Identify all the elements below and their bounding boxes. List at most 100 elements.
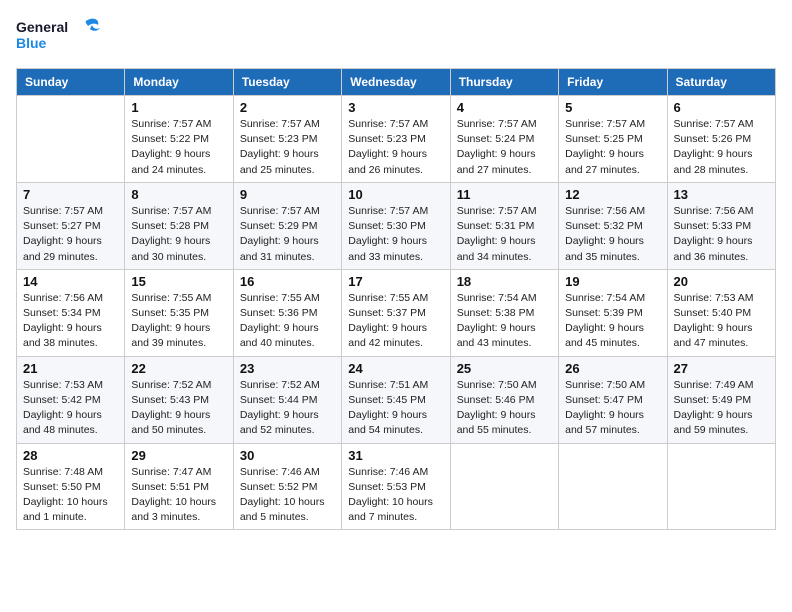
cell-info: Sunrise: 7:57 AMSunset: 5:31 PMDaylight:… bbox=[457, 204, 552, 265]
day-number: 7 bbox=[23, 187, 118, 202]
header-row: SundayMondayTuesdayWednesdayThursdayFrid… bbox=[17, 69, 776, 96]
day-number: 26 bbox=[565, 361, 660, 376]
header-monday: Monday bbox=[125, 69, 233, 96]
cell-w5-d3: 30Sunrise: 7:46 AMSunset: 5:52 PMDayligh… bbox=[233, 443, 341, 530]
day-number: 24 bbox=[348, 361, 443, 376]
cell-info: Sunrise: 7:57 AMSunset: 5:23 PMDaylight:… bbox=[240, 117, 335, 178]
cell-info: Sunrise: 7:56 AMSunset: 5:32 PMDaylight:… bbox=[565, 204, 660, 265]
day-number: 2 bbox=[240, 100, 335, 115]
day-number: 13 bbox=[674, 187, 769, 202]
cell-info: Sunrise: 7:54 AMSunset: 5:38 PMDaylight:… bbox=[457, 291, 552, 352]
day-number: 10 bbox=[348, 187, 443, 202]
header-tuesday: Tuesday bbox=[233, 69, 341, 96]
cell-info: Sunrise: 7:49 AMSunset: 5:49 PMDaylight:… bbox=[674, 378, 769, 439]
cell-w3-d1: 14 Sunrise: 7:56 AMSunset: 5:34 PMDayligh… bbox=[17, 269, 125, 356]
cell-info: Sunrise: 7:56 AMSunset: 5:33 PMDaylight:… bbox=[674, 204, 769, 265]
day-number: 5 bbox=[565, 100, 660, 115]
cell-w5-d2: 29Sunrise: 7:47 AMSunset: 5:51 PMDayligh… bbox=[125, 443, 233, 530]
day-number: 6 bbox=[674, 100, 769, 115]
day-number: 14 bbox=[23, 274, 118, 289]
logo-icon: General Blue bbox=[16, 16, 106, 58]
cell-w4-d7: 27 Sunrise: 7:49 AMSunset: 5:49 PMDayligh… bbox=[667, 356, 775, 443]
day-number: 21 bbox=[23, 361, 118, 376]
cell-w3-d7: 20 Sunrise: 7:53 AMSunset: 5:40 PMDayligh… bbox=[667, 269, 775, 356]
cell-w2-d3: 9Sunrise: 7:57 AMSunset: 5:29 PMDaylight… bbox=[233, 182, 341, 269]
cell-w3-d6: 19 Sunrise: 7:54 AMSunset: 5:39 PMDayligh… bbox=[559, 269, 667, 356]
cell-info: Sunrise: 7:57 AMSunset: 5:25 PMDaylight:… bbox=[565, 117, 660, 178]
cell-w3-d2: 15 Sunrise: 7:55 AMSunset: 5:35 PMDayligh… bbox=[125, 269, 233, 356]
day-number: 20 bbox=[674, 274, 769, 289]
cell-w1-d6: 5 Sunrise: 7:57 AMSunset: 5:25 PMDaylight… bbox=[559, 96, 667, 183]
cell-w5-d1: 28Sunrise: 7:48 AMSunset: 5:50 PMDayligh… bbox=[17, 443, 125, 530]
cell-info: Sunrise: 7:54 AMSunset: 5:39 PMDaylight:… bbox=[565, 291, 660, 352]
cell-w1-d1 bbox=[17, 96, 125, 183]
cell-w2-d1: 7Sunrise: 7:57 AMSunset: 5:27 PMDaylight… bbox=[17, 182, 125, 269]
cell-w1-d7: 6 Sunrise: 7:57 AMSunset: 5:26 PMDaylight… bbox=[667, 96, 775, 183]
cell-info: Sunrise: 7:50 AMSunset: 5:47 PMDaylight:… bbox=[565, 378, 660, 439]
day-number: 31 bbox=[348, 448, 443, 463]
day-number: 15 bbox=[131, 274, 226, 289]
cell-w4-d1: 21 Sunrise: 7:53 AMSunset: 5:42 PMDayligh… bbox=[17, 356, 125, 443]
day-number: 11 bbox=[457, 187, 552, 202]
cell-info: Sunrise: 7:46 AMSunset: 5:53 PMDaylight:… bbox=[348, 465, 443, 526]
week-row-5: 28Sunrise: 7:48 AMSunset: 5:50 PMDayligh… bbox=[17, 443, 776, 530]
week-row-4: 21 Sunrise: 7:53 AMSunset: 5:42 PMDayligh… bbox=[17, 356, 776, 443]
cell-info: Sunrise: 7:53 AMSunset: 5:40 PMDaylight:… bbox=[674, 291, 769, 352]
week-row-3: 14 Sunrise: 7:56 AMSunset: 5:34 PMDayligh… bbox=[17, 269, 776, 356]
cell-info: Sunrise: 7:52 AMSunset: 5:44 PMDaylight:… bbox=[240, 378, 335, 439]
header-thursday: Thursday bbox=[450, 69, 558, 96]
day-number: 1 bbox=[131, 100, 226, 115]
week-row-1: 1Sunrise: 7:57 AMSunset: 5:22 PMDaylight… bbox=[17, 96, 776, 183]
day-number: 25 bbox=[457, 361, 552, 376]
cell-info: Sunrise: 7:55 AMSunset: 5:37 PMDaylight:… bbox=[348, 291, 443, 352]
day-number: 30 bbox=[240, 448, 335, 463]
cell-w5-d5 bbox=[450, 443, 558, 530]
cell-info: Sunrise: 7:57 AMSunset: 5:29 PMDaylight:… bbox=[240, 204, 335, 265]
week-row-2: 7Sunrise: 7:57 AMSunset: 5:27 PMDaylight… bbox=[17, 182, 776, 269]
header-wednesday: Wednesday bbox=[342, 69, 450, 96]
day-number: 18 bbox=[457, 274, 552, 289]
day-number: 22 bbox=[131, 361, 226, 376]
day-number: 3 bbox=[348, 100, 443, 115]
day-number: 17 bbox=[348, 274, 443, 289]
cell-w5-d6 bbox=[559, 443, 667, 530]
day-number: 12 bbox=[565, 187, 660, 202]
calendar-body: 1Sunrise: 7:57 AMSunset: 5:22 PMDaylight… bbox=[17, 96, 776, 530]
cell-w2-d2: 8 Sunrise: 7:57 AMSunset: 5:28 PMDaylight… bbox=[125, 182, 233, 269]
calendar-table: SundayMondayTuesdayWednesdayThursdayFrid… bbox=[16, 68, 776, 530]
cell-info: Sunrise: 7:50 AMSunset: 5:46 PMDaylight:… bbox=[457, 378, 552, 439]
cell-w2-d5: 11 Sunrise: 7:57 AMSunset: 5:31 PMDayligh… bbox=[450, 182, 558, 269]
cell-info: Sunrise: 7:48 AMSunset: 5:50 PMDaylight:… bbox=[23, 465, 118, 526]
day-number: 29 bbox=[131, 448, 226, 463]
cell-info: Sunrise: 7:57 AMSunset: 5:28 PMDaylight:… bbox=[131, 204, 226, 265]
svg-text:Blue: Blue bbox=[16, 35, 47, 51]
cell-info: Sunrise: 7:55 AMSunset: 5:35 PMDaylight:… bbox=[131, 291, 226, 352]
cell-w4-d5: 25 Sunrise: 7:50 AMSunset: 5:46 PMDayligh… bbox=[450, 356, 558, 443]
cell-w2-d7: 13 Sunrise: 7:56 AMSunset: 5:33 PMDayligh… bbox=[667, 182, 775, 269]
cell-w5-d7 bbox=[667, 443, 775, 530]
svg-text:General: General bbox=[16, 19, 68, 35]
cell-w1-d3: 2 Sunrise: 7:57 AMSunset: 5:23 PMDaylight… bbox=[233, 96, 341, 183]
cell-w1-d5: 4Sunrise: 7:57 AMSunset: 5:24 PMDaylight… bbox=[450, 96, 558, 183]
cell-w4-d2: 22Sunrise: 7:52 AMSunset: 5:43 PMDayligh… bbox=[125, 356, 233, 443]
cell-w3-d3: 16Sunrise: 7:55 AMSunset: 5:36 PMDayligh… bbox=[233, 269, 341, 356]
cell-info: Sunrise: 7:51 AMSunset: 5:45 PMDaylight:… bbox=[348, 378, 443, 439]
cell-w3-d5: 18 Sunrise: 7:54 AMSunset: 5:38 PMDayligh… bbox=[450, 269, 558, 356]
cell-w1-d4: 3 Sunrise: 7:57 AMSunset: 5:23 PMDaylight… bbox=[342, 96, 450, 183]
cell-info: Sunrise: 7:57 AMSunset: 5:23 PMDaylight:… bbox=[348, 117, 443, 178]
cell-info: Sunrise: 7:57 AMSunset: 5:24 PMDaylight:… bbox=[457, 117, 552, 178]
day-number: 8 bbox=[131, 187, 226, 202]
day-number: 27 bbox=[674, 361, 769, 376]
header-sunday: Sunday bbox=[17, 69, 125, 96]
header-friday: Friday bbox=[559, 69, 667, 96]
day-number: 16 bbox=[240, 274, 335, 289]
cell-info: Sunrise: 7:53 AMSunset: 5:42 PMDaylight:… bbox=[23, 378, 118, 439]
cell-w4-d4: 24 Sunrise: 7:51 AMSunset: 5:45 PMDayligh… bbox=[342, 356, 450, 443]
cell-info: Sunrise: 7:56 AMSunset: 5:34 PMDaylight:… bbox=[23, 291, 118, 352]
cell-info: Sunrise: 7:57 AMSunset: 5:26 PMDaylight:… bbox=[674, 117, 769, 178]
page-header: General Blue bbox=[16, 16, 776, 58]
day-number: 19 bbox=[565, 274, 660, 289]
cell-w4-d3: 23Sunrise: 7:52 AMSunset: 5:44 PMDayligh… bbox=[233, 356, 341, 443]
cell-info: Sunrise: 7:57 AMSunset: 5:30 PMDaylight:… bbox=[348, 204, 443, 265]
logo: General Blue bbox=[16, 16, 106, 58]
